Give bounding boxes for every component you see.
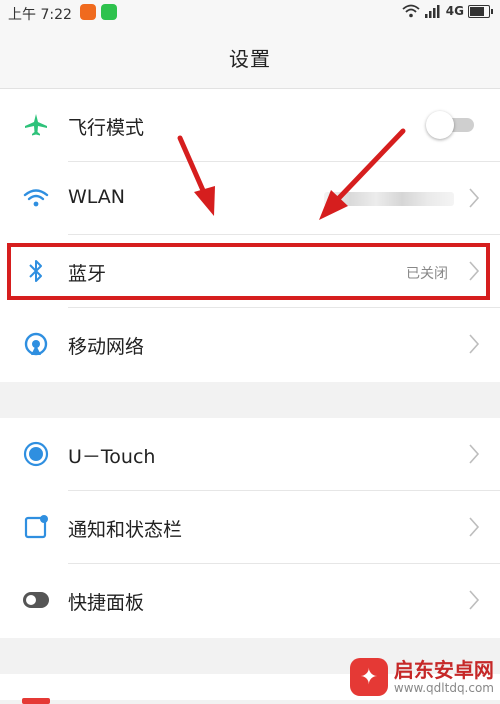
chevron-right-icon bbox=[469, 334, 480, 354]
settings-group-connectivity: 飞行模式 WLAN 蓝牙 已关闭 移动网络 bbox=[0, 89, 500, 382]
watermark: ✦ 启东安卓网 www.qdltdq.com bbox=[349, 658, 494, 696]
wechat-notification-icon bbox=[101, 4, 117, 20]
watermark-brand: 启东安卓网 bbox=[393, 658, 494, 682]
airplane-mode-toggle[interactable] bbox=[426, 111, 474, 139]
wifi-signal-icon bbox=[402, 4, 420, 18]
settings-group-system: U－Touch 通知和状态栏 快捷面板 bbox=[0, 418, 500, 638]
status-bar: 上午 7:22 4G bbox=[0, 0, 500, 26]
notification-icon bbox=[22, 513, 50, 541]
watermark-logo-icon: ✦ bbox=[349, 658, 388, 696]
title-bar: 设置 bbox=[0, 26, 500, 89]
setting-label: U－Touch bbox=[68, 446, 156, 468]
setting-row-quick-panel[interactable]: 快捷面板 bbox=[0, 564, 500, 637]
setting-label: WLAN bbox=[68, 186, 126, 208]
setting-row-wlan[interactable]: WLAN bbox=[0, 162, 500, 235]
setting-label: 飞行模式 bbox=[68, 117, 145, 139]
quick-panel-icon bbox=[22, 586, 50, 614]
wlan-network-name-blurred bbox=[324, 192, 454, 206]
cell-signal-icon bbox=[424, 5, 440, 18]
setting-row-utouch[interactable]: U－Touch bbox=[0, 418, 500, 491]
utouch-icon bbox=[22, 440, 50, 468]
page-title: 设置 bbox=[229, 46, 271, 71]
partial-row-icon bbox=[22, 698, 50, 704]
chevron-right-icon bbox=[469, 444, 480, 464]
network-type: 4G bbox=[445, 4, 464, 18]
setting-row-airplane-mode[interactable]: 飞行模式 bbox=[0, 89, 500, 162]
status-time: 上午 7:22 bbox=[8, 7, 72, 23]
airplane-icon bbox=[22, 111, 50, 139]
bluetooth-highlight-box bbox=[7, 243, 490, 300]
app-notification-icon bbox=[80, 4, 96, 20]
setting-row-notification-bar[interactable]: 通知和状态栏 bbox=[0, 491, 500, 564]
setting-label: 移动网络 bbox=[68, 336, 145, 358]
setting-label: 通知和状态栏 bbox=[68, 519, 183, 541]
battery-icon bbox=[468, 4, 493, 18]
chevron-right-icon bbox=[469, 590, 480, 610]
setting-label: 快捷面板 bbox=[68, 592, 145, 614]
chevron-right-icon bbox=[469, 188, 480, 208]
mobile-network-icon bbox=[22, 330, 50, 358]
setting-row-mobile-network[interactable]: 移动网络 bbox=[0, 308, 500, 381]
wifi-icon bbox=[22, 184, 50, 212]
watermark-url: www.qdltdq.com bbox=[393, 681, 494, 695]
chevron-right-icon bbox=[469, 517, 480, 537]
